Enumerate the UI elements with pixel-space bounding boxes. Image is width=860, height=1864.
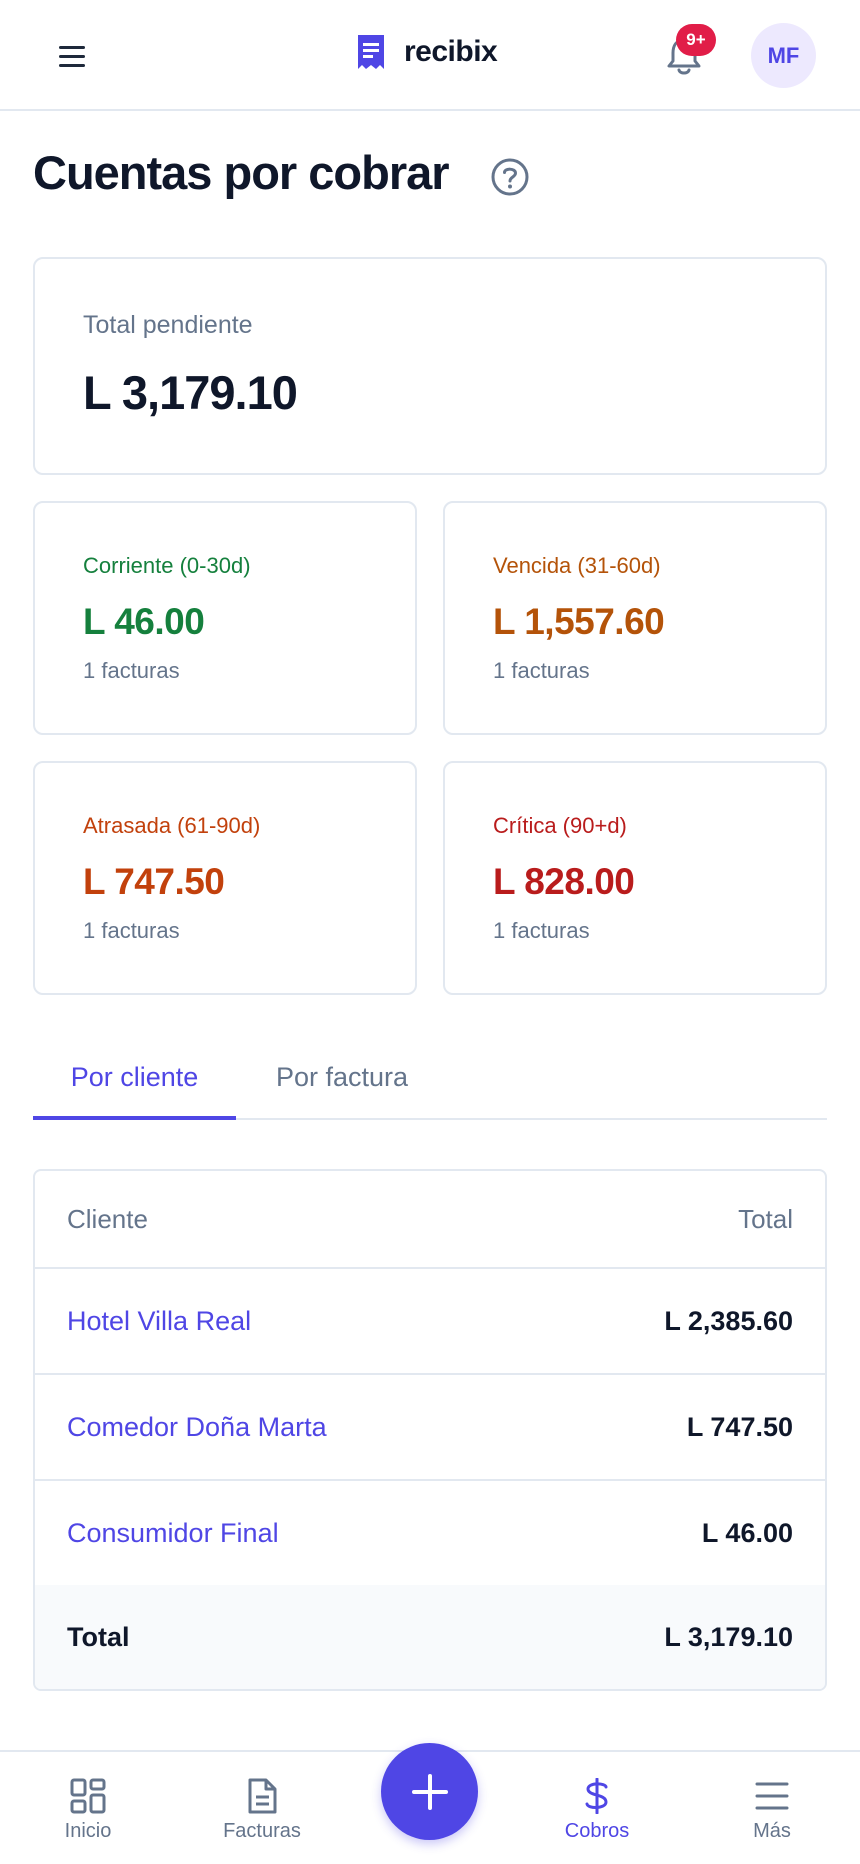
nav-item-mas[interactable]: Más — [712, 1778, 832, 1843]
brand-name: recibix — [404, 35, 498, 68]
avatar[interactable]: MF — [751, 23, 816, 88]
client-link[interactable]: Comedor Doña Marta — [67, 1412, 327, 1443]
row-amount: L 747.50 — [686, 1411, 793, 1442]
row-amount: L 2,385.60 — [664, 1305, 793, 1336]
nav-label: Inicio — [64, 1820, 112, 1842]
aging-count: 1 facturas — [83, 658, 180, 683]
tab-by-invoice[interactable]: Por factura — [276, 1052, 476, 1120]
aging-card-late[interactable]: Atrasada (61-90d) L 747.50 1 facturas — [33, 761, 417, 995]
brand[interactable]: recibix — [356, 33, 498, 71]
footer-total-label: Total — [67, 1621, 130, 1652]
aging-label: Vencida (31-60d) — [493, 553, 661, 578]
nav-item-facturas[interactable]: Facturas — [202, 1778, 322, 1843]
nav-item-cobros[interactable]: Cobros — [537, 1778, 657, 1843]
dollar-icon — [585, 1778, 608, 1814]
add-button[interactable] — [381, 1743, 478, 1840]
aging-label: Atrasada (61-90d) — [83, 813, 261, 838]
aging-card-current[interactable]: Corriente (0-30d) L 46.00 1 facturas — [33, 501, 417, 735]
aging-label: Corriente (0-30d) — [83, 553, 251, 578]
plus-icon — [411, 1773, 448, 1810]
row-amount: L 46.00 — [701, 1517, 793, 1548]
page-title: Cuentas por cobrar — [33, 146, 450, 199]
total-pending-label: Total pendiente — [83, 311, 253, 339]
aging-count: 1 facturas — [83, 918, 180, 943]
aging-value: L 828.00 — [493, 861, 635, 902]
top-bar: recibix 9+ MF — [0, 0, 860, 111]
total-pending-value: L 3,179.10 — [83, 366, 298, 419]
help-icon[interactable] — [490, 157, 530, 197]
aging-value: L 747.50 — [83, 861, 225, 902]
aging-card-critical[interactable]: Crítica (90+d) L 828.00 1 facturas — [443, 761, 827, 995]
client-link[interactable]: Hotel Villa Real — [67, 1306, 251, 1337]
nav-label: Facturas — [223, 1820, 301, 1842]
table-row[interactable]: Comedor Doña Marta L 747.50 — [35, 1375, 825, 1481]
client-link[interactable]: Consumidor Final — [67, 1518, 279, 1549]
column-header-total[interactable]: Total — [738, 1204, 793, 1235]
table-footer: Total L 3,179.10 — [35, 1585, 825, 1689]
tab-bar: Por cliente Por factura — [33, 1052, 827, 1120]
aging-label: Crítica (90+d) — [493, 813, 627, 838]
aging-value: L 46.00 — [83, 601, 205, 642]
receivables-table: Cliente Total Hotel Villa Real L 2,385.6… — [33, 1169, 827, 1691]
tab-by-client[interactable]: Por cliente — [33, 1052, 236, 1120]
document-icon — [248, 1778, 277, 1814]
aging-value: L 1,557.60 — [493, 601, 665, 642]
receipt-logo-icon — [358, 35, 384, 69]
menu-icon — [755, 1782, 789, 1810]
footer-total-amount: L 3,179.10 — [664, 1621, 793, 1652]
aging-card-overdue[interactable]: Vencida (31-60d) L 1,557.60 1 facturas — [443, 501, 827, 735]
aging-count: 1 facturas — [493, 918, 590, 943]
notification-badge: 9+ — [676, 24, 716, 56]
table-row[interactable]: Hotel Villa Real L 2,385.60 — [35, 1269, 825, 1375]
total-pending-card: Total pendiente L 3,179.10 — [33, 257, 827, 475]
nav-label: Cobros — [564, 1820, 630, 1842]
nav-label: Más — [753, 1820, 791, 1842]
aging-count: 1 facturas — [493, 658, 590, 683]
table-row[interactable]: Consumidor Final L 46.00 — [35, 1481, 825, 1587]
table-header: Cliente Total — [35, 1171, 825, 1269]
column-header-client[interactable]: Cliente — [67, 1204, 148, 1235]
grid-icon — [70, 1778, 106, 1814]
nav-item-inicio[interactable]: Inicio — [28, 1778, 148, 1843]
menu-icon[interactable] — [52, 38, 92, 74]
